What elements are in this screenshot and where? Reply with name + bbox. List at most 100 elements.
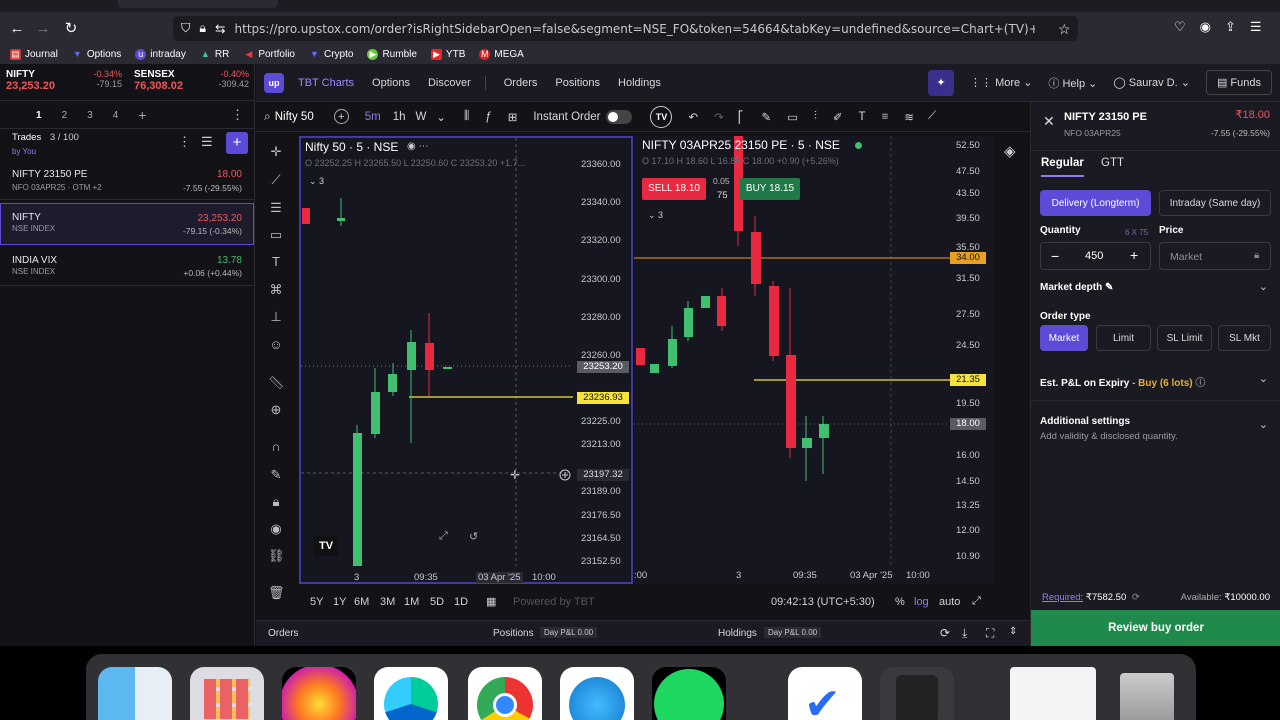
nifty-chart-pane[interactable]: ✛ Nifty 50 · 5 · NSE ◉ ⋯ O 23252.25 H 23… [299,136,633,584]
watchlist-more-icon[interactable]: ⋮ [231,107,244,123]
star-icon[interactable]: ☆ [1058,21,1071,38]
date-range-icon[interactable]: ▦ [486,595,496,608]
forward-arrow-icon[interactable]: → [32,17,54,39]
chart1-title[interactable]: Nifty 50 · 5 · NSE [305,140,398,154]
trades-more-icon[interactable]: ⋮ [178,134,191,150]
option-chart-svg[interactable] [634,136,994,584]
shield-icon[interactable]: ⛉ [181,21,190,36]
review-buy-order-button[interactable]: Review buy order [1031,610,1280,646]
nav-positions[interactable]: Positions [555,77,600,89]
est-pl-toggle[interactable]: Est. P&L on Expiry - Buy (6 lots) ⓘ [1040,374,1205,389]
crosshair-icon[interactable]: ✛ [268,144,284,160]
sell-button[interactable]: SELL 18.10 [642,178,706,200]
prediction-tool-icon[interactable]: ⊥ [268,309,284,325]
range-1y[interactable]: 1Y [333,596,346,608]
reset-chart-icon[interactable]: ↺ [469,530,478,543]
layers-icon[interactable]: ◈ [1004,142,1016,160]
site-settings-icon[interactable]: ⇆ [215,21,225,36]
order-type-limit[interactable]: Limit [1096,325,1151,351]
range-5d[interactable]: 5D [430,596,444,608]
interval-dropdown-icon[interactable]: ⌄ [436,110,446,124]
decrement-button[interactable]: − [1051,248,1059,264]
chevron-down-icon[interactable]: ⌄ [1259,372,1268,385]
search-icon[interactable]: ⌕ [264,109,271,124]
recent-window-thumbnail[interactable] [1010,667,1096,720]
more-menu[interactable]: ⋮⋮ More ⌄ [970,76,1032,89]
nifty-index-summary[interactable]: NIFTY 23,253.20 [6,69,55,92]
expand-icon[interactable]: ⤢ [972,595,981,608]
bookmark-intraday[interactable]: u intraday [135,48,186,60]
nav-options[interactable]: Options [372,77,410,89]
url-text[interactable]: https://pro.upstox.com/order?isRightSide… [235,22,1035,36]
additional-settings[interactable]: Additional settings [1040,416,1130,427]
legend-toggle[interactable]: ⌄ 3 [309,176,324,187]
interval-w[interactable]: W [416,111,427,123]
close-icon[interactable]: ✕ [1043,113,1055,130]
zoom-in-icon[interactable]: ⊕ [268,402,284,418]
order-type-sl-mkt[interactable]: SL Mkt [1218,325,1271,351]
bookmark-rumble[interactable]: ▶ Rumble [367,48,417,60]
delivery-button[interactable]: Delivery (Longterm) [1040,190,1151,216]
pocket-icon[interactable]: ♡ [1174,19,1186,35]
extension-icon[interactable]: ◉ [1200,19,1211,35]
sparkle-icon[interactable]: ✦ [928,69,955,96]
sensex-index-summary[interactable]: SENSEX 76,308.02 [134,69,183,92]
list-item[interactable]: NIFTY NSE INDEX 23,253.20 -79.15 (-0.34%… [0,203,254,245]
pattern-icon[interactable]: ≋ [904,110,914,124]
option-chart-pane[interactable]: NIFTY 03APR25 23150 PE · 5 · NSE O 17.10… [634,136,994,584]
indicators-icon[interactable]: ƒ [485,111,491,123]
link-icon[interactable]: ⛓︎ [268,548,285,564]
trendline-tool-icon[interactable]: ⟋ [268,172,284,188]
positions-tab[interactable]: Positions [493,628,534,639]
emoji-icon[interactable]: ☺ [268,337,284,353]
shapes-tool-icon[interactable]: ▭ [268,227,284,243]
refresh-icon[interactable]: ⟳ [940,626,950,640]
todo-icon[interactable]: ✔ [788,667,862,720]
pencil-icon[interactable]: ✎ [762,110,772,124]
redo-icon[interactable]: ↷ [714,110,724,124]
trendline-icon[interactable]: ⟋ [928,110,936,123]
auto-toggle[interactable]: auto [939,596,960,608]
tradingview-icon[interactable]: TV [650,105,673,128]
refresh-icon[interactable]: ⟳ [1132,592,1140,603]
fullscreen-icon[interactable]: ⤢ [439,530,448,543]
order-type-sl-limit[interactable]: SL Limit [1157,325,1212,351]
horizontal-lines-icon[interactable]: ☰ [268,200,284,216]
menu-icon[interactable]: ☰ [1250,19,1262,35]
chevron-down-icon[interactable]: ⌄ [1259,280,1268,293]
tab-regular[interactable]: Regular [1041,157,1084,177]
legend-toggle[interactable]: ⌄ 3 [648,210,663,221]
upstox-logo[interactable]: up [264,72,284,93]
active-tab[interactable] [118,0,278,8]
finder-icon[interactable] [98,667,172,720]
quantity-value[interactable]: 450 [1085,250,1103,262]
symbol-search[interactable]: Nifty 50 [275,111,314,123]
trash-icon[interactable] [1110,667,1184,720]
chrome-icon[interactable] [468,667,542,720]
sort-icon[interactable]: ☰ [201,134,213,150]
watchlist-tab-3[interactable]: 3 [87,110,93,121]
log-toggle[interactable]: log [914,596,929,608]
list-item[interactable]: INDIA VIX NSE INDEX 13.78 +0.06 (+0.44%) [0,246,254,286]
chart2-title[interactable]: NIFTY 03APR25 23150 PE · 5 · NSE [642,138,840,152]
instant-order-toggle[interactable] [606,109,633,124]
compare-add-icon[interactable]: + [333,109,349,124]
buy-button[interactable]: BUY 18.15 [740,178,800,200]
lines-icon[interactable]: ≡ [882,111,889,123]
intraday-button[interactable]: Intraday (Same day) [1159,190,1271,216]
chevron-down-icon[interactable]: ⌄ [1259,418,1268,431]
magnet-icon[interactable]: ∩ [268,439,284,455]
chart-type-icon[interactable]: ⫼ [464,110,469,123]
add-watchlist-icon[interactable]: + [138,107,146,123]
bookmark-crypto[interactable]: ▼ Crypto [309,49,353,60]
firefox-icon[interactable] [282,667,356,720]
range-1d[interactable]: 1D [454,596,468,608]
lock-icon[interactable]: 🔒︎ [268,494,284,510]
increment-button[interactable]: + [1130,247,1138,263]
bookmark-options[interactable]: ▼ Options [72,49,121,60]
help-menu[interactable]: ⓘ Help ⌄ [1048,75,1097,91]
calculator-icon[interactable] [880,667,954,720]
watchlist-tab-4[interactable]: 4 [113,110,119,121]
market-depth-toggle[interactable]: Market depth ✎ [1040,282,1113,293]
eye-icon[interactable]: ◉ [268,521,284,537]
